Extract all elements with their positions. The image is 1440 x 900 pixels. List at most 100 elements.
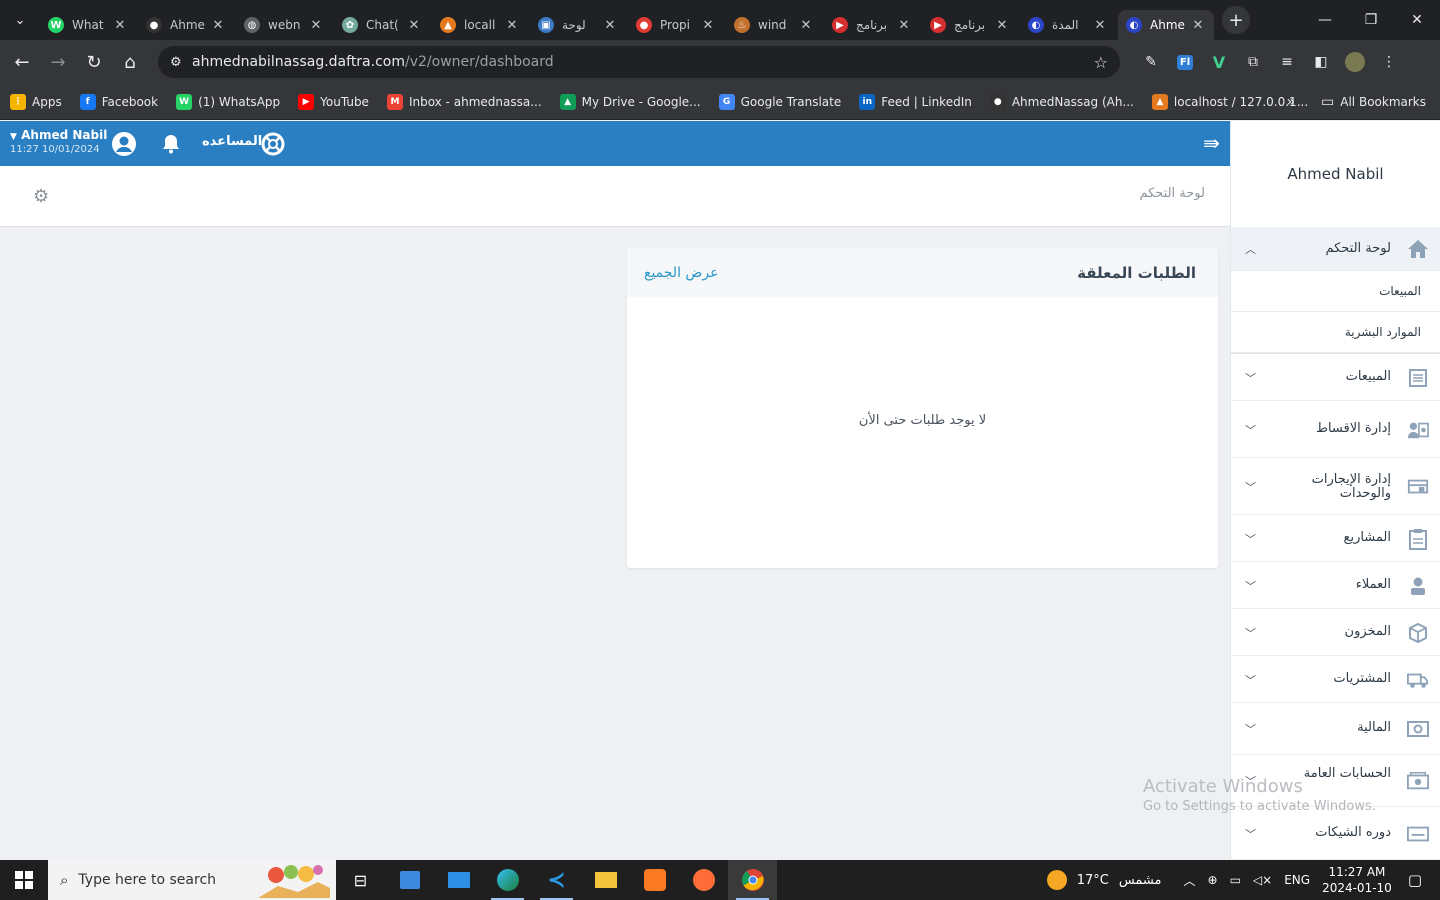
close-window-icon[interactable]: ✕ [1394, 0, 1440, 40]
browser-menu-icon[interactable]: ⋮ [1372, 46, 1406, 78]
tab-close-icon[interactable]: ✕ [1190, 18, 1206, 33]
chrome-icon[interactable] [728, 860, 777, 900]
tab-close-icon[interactable]: ✕ [112, 18, 128, 33]
weather-widget[interactable]: 17°C مشمس [1046, 870, 1161, 890]
lifebuoy-icon[interactable] [260, 131, 286, 157]
tray-chevron-up-icon[interactable]: ︿ [1183, 872, 1195, 889]
tab-search-button[interactable]: ⌄ [0, 0, 40, 40]
browser-tab[interactable]: ▲ locall ✕ [432, 10, 528, 40]
bookmark-item[interactable]: in Feed | LinkedIn [859, 93, 972, 110]
meet-icon[interactable]: ⊕ [1208, 873, 1218, 887]
bookmark-item[interactable]: G Google Translate [718, 93, 841, 110]
browser-tab[interactable]: ● Ahme ✕ [138, 10, 234, 40]
browser-tab[interactable]: ◐ Ahme ✕ [1118, 10, 1214, 40]
user-menu[interactable]: ▼ Ahmed Nabil 11:27 10/01/2024 [10, 128, 107, 155]
browser-tab[interactable]: ◍ webn ✕ [236, 10, 332, 40]
xampp-icon[interactable] [630, 860, 679, 900]
edge-icon[interactable] [483, 860, 532, 900]
sidebar-item-label: إدارة الاقساط [1315, 420, 1391, 436]
sidebar-item[interactable]: ﹀ إدارة الإيجارات والوحدات [1231, 458, 1440, 515]
bookmark-item[interactable]: ▲ My Drive - Google... [559, 93, 701, 110]
tab-close-icon[interactable]: ✕ [798, 18, 814, 33]
language-indicator[interactable]: ENG [1284, 873, 1310, 887]
more-bookmarks-icon[interactable]: » [1286, 94, 1295, 110]
sidebar-item-dashboard[interactable]: ︿ لوحة التحكم [1231, 227, 1440, 271]
store-icon[interactable] [385, 860, 434, 900]
all-bookmarks-link[interactable]: All Bookmarks [1340, 95, 1426, 109]
browser-tab[interactable]: ● Propi ✕ [628, 10, 724, 40]
extensions-puzzle-icon[interactable]: ⧉ [1236, 46, 1270, 78]
user-avatar-icon[interactable] [111, 131, 137, 157]
help-link[interactable]: المساعده [202, 134, 262, 149]
tab-title: برنامج [954, 18, 986, 32]
mail-icon[interactable] [434, 860, 483, 900]
eyedropper-icon[interactable]: ✎ [1134, 46, 1168, 78]
browser-tab[interactable]: ✿ Chat(✕ [334, 10, 430, 40]
profile-avatar[interactable] [1338, 46, 1372, 78]
forward-icon[interactable]: → [40, 44, 76, 80]
tab-close-icon[interactable]: ✕ [1092, 18, 1108, 33]
gear-icon[interactable]: ⚙ [33, 186, 49, 207]
tab-close-icon[interactable]: ✕ [504, 18, 520, 33]
sidebar-toggle-icon[interactable]: ⇛ [1203, 131, 1220, 155]
windows-start-icon[interactable] [0, 860, 48, 900]
bookmark-item[interactable]: W (1) WhatsApp [176, 93, 280, 110]
postman-icon[interactable] [679, 860, 728, 900]
sidebar-subitem-hr[interactable]: الموارد البشرية [1231, 312, 1440, 353]
minimize-icon[interactable]: — [1302, 0, 1348, 40]
bell-icon[interactable] [158, 131, 184, 157]
vscode-icon[interactable]: ≺ [532, 860, 581, 900]
bookmark-item[interactable]: f Facebook [79, 93, 158, 110]
chevron-down-icon: ﹀ [1245, 480, 1256, 494]
bookmark-item[interactable]: ● AhmedNassag (Ah... [989, 93, 1134, 110]
taskbar-search-box[interactable]: ⌕ Type here to search [48, 860, 336, 900]
site-info-icon[interactable]: ⚙ [170, 55, 192, 70]
tab-close-icon[interactable]: ✕ [308, 18, 324, 33]
browser-tab[interactable]: ▶ برنامج ✕ [922, 10, 1018, 40]
sidebar-item[interactable]: ﹀ المخزون [1231, 609, 1440, 656]
browser-tab[interactable]: ▶ برنامج ✕ [824, 10, 920, 40]
browser-tab[interactable]: ♨ wind ✕ [726, 10, 822, 40]
notifications-icon[interactable]: ▢ [1408, 871, 1422, 889]
volume-muted-icon[interactable]: ◁× [1253, 873, 1272, 887]
tab-close-icon[interactable]: ✕ [602, 18, 618, 33]
sidebar-item[interactable]: ﹀ المالية [1231, 703, 1440, 755]
tab-close-icon[interactable]: ✕ [700, 18, 716, 33]
taskbar-clock[interactable]: 11:27 AM 2024-01-10 [1322, 864, 1392, 896]
home-icon[interactable]: ⌂ [112, 44, 148, 80]
extension-fl-icon[interactable]: Fl [1168, 46, 1202, 78]
url-text[interactable]: ahmednabilnassag.daftra.com/v2/owner/das… [192, 54, 1094, 70]
tab-close-icon[interactable]: ✕ [896, 18, 912, 33]
browser-tab[interactable]: W What ✕ [40, 10, 136, 40]
bookmark-item[interactable]: M Inbox - ahmednassa... [386, 93, 542, 110]
sidebar-item[interactable]: ﹀ العملاء [1231, 562, 1440, 609]
sidebar-subitem-sales[interactable]: المبيعات [1231, 271, 1440, 312]
extension-v-icon[interactable]: V [1202, 46, 1236, 78]
sidebar-item[interactable]: ﹀ دوره الشيكات [1231, 807, 1440, 860]
network-icon[interactable]: ▭ [1230, 873, 1241, 887]
view-all-link[interactable]: عرض الجميع [644, 265, 718, 281]
tab-close-icon[interactable]: ✕ [406, 18, 422, 33]
back-icon[interactable]: ← [4, 44, 40, 80]
address-bar[interactable]: ⚙ ahmednabilnassag.daftra.com/v2/owner/d… [158, 46, 1120, 78]
browser-tab[interactable]: ▣ لوحة ✕ [530, 10, 626, 40]
tab-close-icon[interactable]: ✕ [994, 18, 1010, 33]
bookmark-item[interactable]: ⋮ Apps [10, 93, 62, 110]
restore-icon[interactable]: ❐ [1348, 0, 1394, 40]
sidebar-item[interactable]: ﹀ إدارة الاقساط [1231, 401, 1440, 458]
bookmark-item[interactable]: ▲ localhost / 127.0.0.1... [1151, 93, 1308, 110]
reload-icon[interactable]: ↻ [76, 44, 112, 80]
browser-tab[interactable]: ◐ المدة ✕ [1020, 10, 1116, 40]
file-explorer-icon[interactable] [581, 860, 630, 900]
media-control-icon[interactable]: ≡ [1270, 46, 1304, 78]
task-view-icon[interactable]: ⊟ [336, 860, 385, 900]
bookmark-star-icon[interactable]: ☆ [1094, 53, 1108, 72]
sidebar-item[interactable]: ﹀ المشاريع [1231, 515, 1440, 562]
new-tab-button[interactable]: + [1222, 6, 1250, 34]
side-panel-icon[interactable]: ◧ [1304, 46, 1338, 78]
bookmark-item[interactable]: ▶ YouTube [298, 93, 369, 110]
sidebar-item[interactable]: ﹀ المشتريات [1231, 656, 1440, 703]
tab-title: Ahme [1150, 18, 1185, 32]
tab-close-icon[interactable]: ✕ [210, 18, 226, 33]
sidebar-item[interactable]: ﹀ المبيعات [1231, 354, 1440, 401]
